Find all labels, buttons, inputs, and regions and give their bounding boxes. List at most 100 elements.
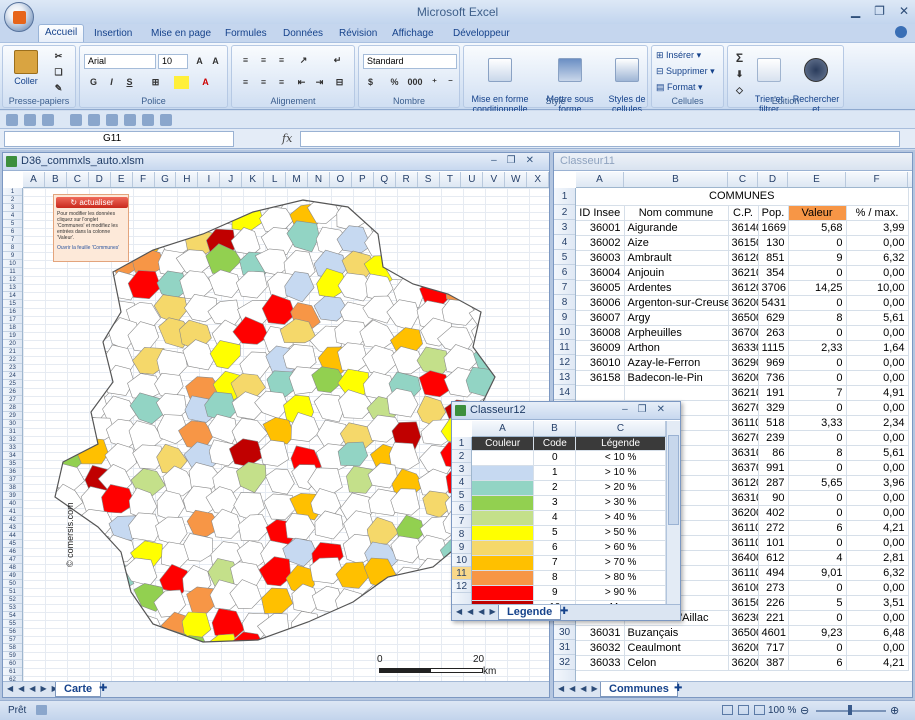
row-header[interactable]: 11 — [554, 340, 575, 355]
tab-accueil[interactable]: Accueil — [38, 24, 85, 42]
row-header[interactable]: 9 — [554, 310, 575, 325]
commune-shape[interactable] — [471, 270, 506, 298]
row-header[interactable]: 1 — [452, 437, 471, 450]
commune-shape[interactable] — [30, 413, 61, 443]
commune-shape[interactable] — [50, 346, 84, 376]
commune-shape[interactable] — [261, 587, 294, 614]
legend-code[interactable]: 0 — [533, 450, 577, 466]
cell[interactable]: 8 — [788, 445, 847, 461]
legend-code[interactable]: 6 — [533, 540, 577, 556]
commune-shape[interactable] — [233, 175, 267, 203]
formula-input[interactable] — [300, 131, 900, 147]
fx-button[interactable]: fx — [282, 132, 292, 145]
commune-shape[interactable] — [387, 200, 424, 228]
decrease-indent-icon[interactable]: ⇤ — [294, 76, 309, 89]
close-icon[interactable]: ✕ — [899, 4, 909, 18]
commune-shape[interactable] — [235, 270, 268, 299]
cell[interactable]: 3706 — [758, 280, 789, 296]
commune-shape[interactable] — [25, 346, 58, 378]
email-icon[interactable] — [124, 114, 136, 126]
cell[interactable]: 36150 — [728, 595, 759, 611]
legend-color-swatch[interactable] — [472, 570, 535, 586]
office-button[interactable] — [4, 2, 34, 32]
header-cell[interactable]: ID Insee — [576, 205, 625, 221]
column-header[interactable]: D — [758, 172, 788, 187]
cell[interactable]: 0,00 — [846, 370, 909, 386]
legend-label[interactable]: > 70 % — [575, 555, 666, 571]
commune-shape[interactable] — [497, 231, 531, 261]
sheet-tab-legende[interactable]: Legende — [498, 605, 562, 620]
cell[interactable]: 0,00 — [846, 610, 909, 626]
cell[interactable]: 287 — [758, 475, 789, 491]
commune-shape[interactable] — [390, 586, 425, 615]
cell[interactable]: 101 — [758, 535, 789, 551]
cell[interactable]: 273 — [758, 580, 789, 596]
commune-shape[interactable] — [291, 632, 326, 662]
row-header[interactable]: 6 — [554, 265, 575, 280]
cell[interactable]: 851 — [758, 250, 789, 266]
legend-window-controls[interactable]: –❐✕ — [622, 404, 675, 415]
cell[interactable] — [576, 385, 625, 401]
commune-shape[interactable] — [314, 510, 344, 540]
increase-indent-icon[interactable]: ⇥ — [312, 76, 327, 89]
cell[interactable]: Anjouin — [624, 265, 729, 281]
commune-shape[interactable] — [73, 580, 110, 611]
cell[interactable]: 36003 — [576, 250, 625, 266]
cell[interactable]: 0,00 — [846, 325, 909, 341]
cell[interactable]: 0 — [788, 490, 847, 506]
cell[interactable]: 36120 — [728, 280, 759, 296]
row-header[interactable]: 7 — [452, 515, 471, 528]
scroll-thumb[interactable] — [668, 435, 679, 525]
commune-shape[interactable] — [28, 538, 58, 565]
cell[interactable]: 36200 — [728, 655, 759, 671]
cell[interactable]: 191 — [758, 385, 789, 401]
cell[interactable]: 991 — [758, 460, 789, 476]
cell[interactable]: 354 — [758, 265, 789, 281]
commune-shape[interactable] — [75, 438, 109, 465]
restore-icon[interactable]: ❐ — [874, 4, 885, 18]
paste-button[interactable]: Coller — [9, 50, 43, 86]
legend-label[interactable]: > 30 % — [575, 495, 666, 511]
cell[interactable]: 36110 — [728, 520, 759, 536]
underline-button[interactable]: S — [122, 76, 137, 89]
cell[interactable]: 0 — [788, 640, 847, 656]
commune-shape[interactable] — [56, 276, 90, 306]
commune-shape[interactable] — [362, 344, 399, 377]
zoom-out-icon[interactable]: ⊖ — [800, 704, 809, 717]
commune-shape[interactable] — [208, 269, 242, 298]
cell[interactable]: 0,00 — [846, 265, 909, 281]
legend-code[interactable]: 1 — [533, 465, 577, 481]
insert-sheet-icon[interactable]: ✚ — [99, 683, 107, 694]
tab-formules[interactable]: Formules — [219, 26, 273, 41]
cell[interactable]: 36500 — [728, 625, 759, 641]
cell[interactable]: 36033 — [576, 655, 625, 671]
row-header[interactable]: 13 — [554, 370, 575, 385]
cell[interactable]: 36200 — [728, 295, 759, 311]
cell[interactable]: 0 — [788, 400, 847, 416]
cell[interactable] — [624, 385, 729, 401]
commune-shape[interactable] — [410, 223, 444, 253]
new-icon[interactable] — [88, 114, 100, 126]
commune-shape[interactable] — [50, 635, 82, 663]
column-header[interactable]: C — [576, 421, 666, 436]
commune-shape[interactable] — [187, 201, 220, 231]
commune-shape[interactable] — [494, 182, 528, 211]
cell[interactable]: 0 — [788, 295, 847, 311]
font-color-icon[interactable]: A — [198, 76, 213, 89]
currency-icon[interactable]: $ — [363, 76, 378, 89]
macro-record-icon[interactable] — [36, 705, 47, 715]
commune-shape[interactable] — [181, 611, 212, 640]
cell[interactable]: 5,61 — [846, 445, 909, 461]
cell[interactable]: 36120 — [728, 475, 759, 491]
cell[interactable]: 0 — [788, 265, 847, 281]
cell[interactable]: 1,64 — [846, 340, 909, 356]
cell[interactable]: 5431 — [758, 295, 789, 311]
commune-shape[interactable] — [308, 637, 344, 666]
commune-shape[interactable] — [57, 586, 89, 617]
cell[interactable]: 0,00 — [846, 505, 909, 521]
chart-icon[interactable] — [142, 114, 154, 126]
cell[interactable]: 6,32 — [846, 565, 909, 581]
cell[interactable]: 0 — [788, 370, 847, 386]
cell[interactable]: Buzançais — [624, 625, 729, 641]
cell[interactable]: 402 — [758, 505, 789, 521]
